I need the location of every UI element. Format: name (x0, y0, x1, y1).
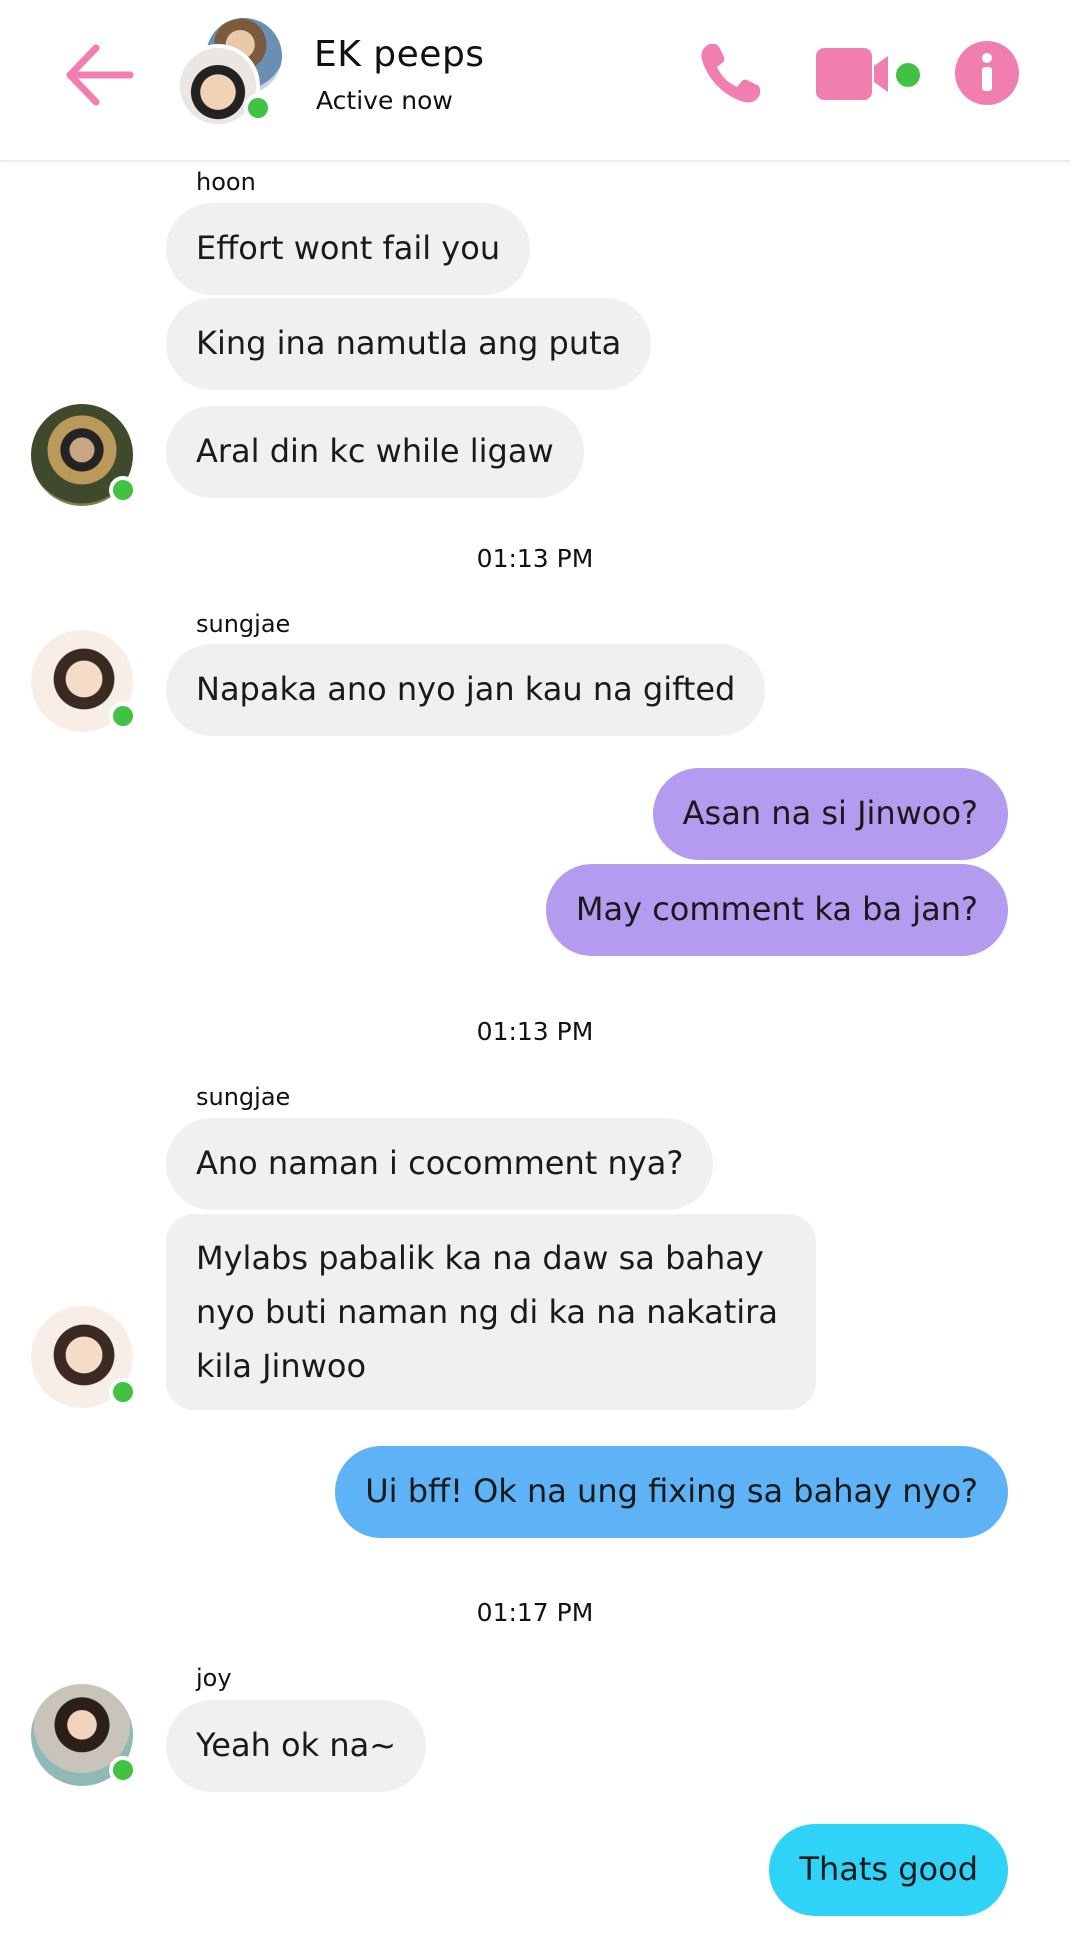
online-indicator (244, 94, 272, 122)
active-status: Active now (316, 86, 453, 115)
message-bubble[interactable]: Yeah ok na~ (166, 1700, 427, 1792)
sender-name: sungjae (196, 1083, 291, 1111)
back-arrow-icon[interactable] (60, 40, 140, 110)
sender-name: sungjae (196, 610, 291, 638)
outgoing-message-bubble[interactable]: Ui bff! Ok na ung fixing sa bahay nyo? (335, 1446, 1008, 1538)
message-bubble[interactable]: King ina namutla ang puta (166, 298, 652, 390)
message-bubble[interactable]: Mylabs pabalik ka na daw sa bahay nyo bu… (166, 1214, 816, 1410)
phone-icon[interactable] (696, 38, 766, 108)
outgoing-message-bubble[interactable]: Thats good (769, 1824, 1008, 1916)
outgoing-message-bubble[interactable]: Asan na si Jinwoo? (652, 768, 1008, 860)
timestamp: 01:13 PM (476, 1017, 594, 1046)
timestamp: 01:17 PM (476, 1598, 594, 1627)
message-bubble[interactable]: Ano naman i cocomment nya? (166, 1118, 714, 1210)
avatar-joy[interactable] (31, 1684, 137, 1786)
online-indicator (109, 1378, 137, 1406)
info-icon[interactable] (954, 40, 1020, 106)
online-indicator (109, 476, 137, 504)
video-camera-icon[interactable] (814, 46, 904, 102)
chat-title[interactable]: EK peeps (314, 34, 485, 75)
avatar-sungjae[interactable] (31, 1306, 137, 1408)
online-indicator (109, 702, 137, 730)
sender-name: hoon (196, 168, 256, 196)
video-online-indicator (896, 63, 920, 87)
avatar-sungjae[interactable] (31, 630, 137, 732)
message-bubble[interactable]: Aral din kc while ligaw (166, 406, 584, 498)
message-bubble[interactable]: Effort wont fail you (166, 203, 531, 295)
timestamp: 01:13 PM (476, 544, 594, 573)
sender-name: joy (196, 1664, 232, 1692)
outgoing-message-bubble[interactable]: May comment ka ba jan? (545, 864, 1008, 956)
chat-header: EK peeps Active now (0, 0, 1070, 162)
message-bubble[interactable]: Napaka ano nyo jan kau na gifted (166, 644, 766, 736)
avatar-hoon[interactable] (31, 404, 137, 506)
group-avatar[interactable] (176, 18, 292, 128)
online-indicator (109, 1756, 137, 1784)
